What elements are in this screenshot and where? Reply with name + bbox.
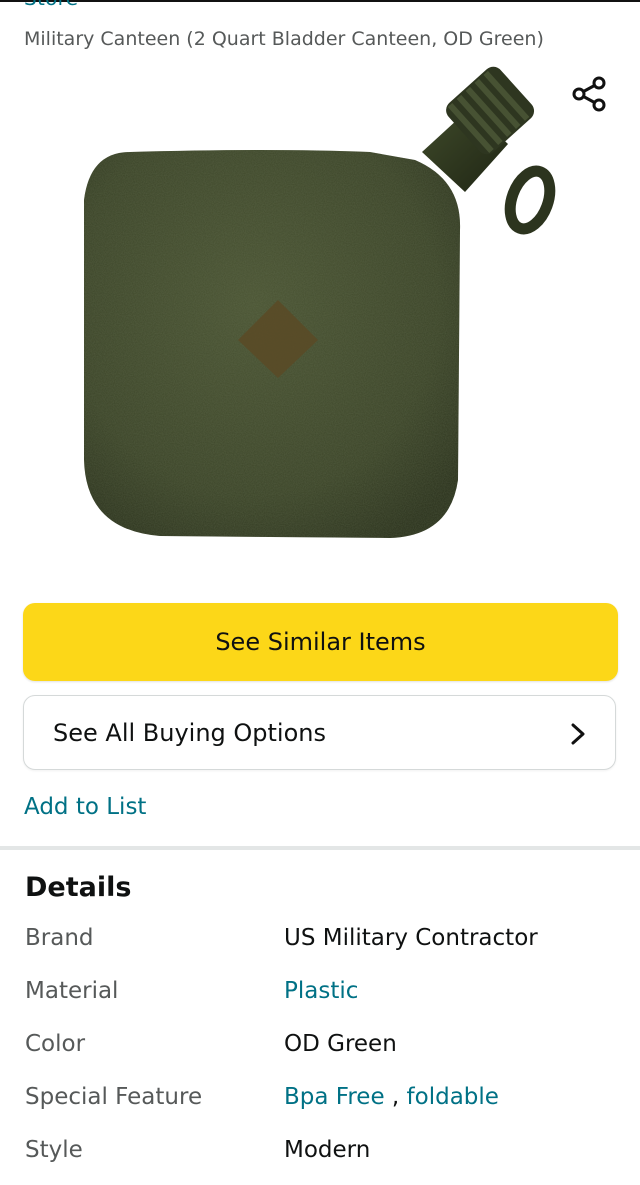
color-label: Color xyxy=(25,1031,86,1057)
product-page: Store Military Canteen (2 Quart Bladder … xyxy=(0,0,640,1185)
brand-label: Brand xyxy=(25,925,94,951)
details-heading: Details xyxy=(25,872,132,903)
special-feature-label: Special Feature xyxy=(25,1084,203,1110)
top-rule xyxy=(0,0,640,2)
product-image[interactable] xyxy=(70,60,570,550)
see-similar-items-label: See Similar Items xyxy=(215,628,426,656)
color-value: OD Green xyxy=(284,1031,397,1057)
special-feature-value: Bpa Free , foldable xyxy=(284,1084,499,1110)
detail-row-special-feature: Special Feature Bpa Free , foldable xyxy=(0,1084,640,1124)
detail-row-color: Color OD Green xyxy=(0,1031,640,1071)
special-feature-separator: , xyxy=(391,1084,400,1110)
style-value: Modern xyxy=(284,1137,371,1163)
share-icon[interactable] xyxy=(570,74,610,114)
detail-row-brand: Brand US Military Contractor xyxy=(0,925,640,965)
detail-row-style: Style Modern xyxy=(0,1137,640,1177)
detail-row-material: Material Plastic xyxy=(0,978,640,1018)
see-all-buying-options-label: See All Buying Options xyxy=(53,718,326,747)
special-feature-bpa-free-link[interactable]: Bpa Free xyxy=(284,1084,385,1110)
material-label: Material xyxy=(25,978,119,1004)
brand-value: US Military Contractor xyxy=(284,925,538,951)
see-similar-items-button[interactable]: See Similar Items xyxy=(23,603,618,681)
store-link[interactable]: Store xyxy=(24,0,78,10)
add-to-list-link[interactable]: Add to List xyxy=(24,794,146,820)
see-all-buying-options-button[interactable]: See All Buying Options xyxy=(23,695,616,770)
section-divider xyxy=(0,846,640,850)
special-feature-foldable-link[interactable]: foldable xyxy=(407,1084,499,1110)
chevron-right-icon xyxy=(571,723,585,745)
product-title: Military Canteen (2 Quart Bladder Cantee… xyxy=(24,28,544,50)
style-label: Style xyxy=(25,1137,83,1163)
material-value-link[interactable]: Plastic xyxy=(284,978,358,1004)
